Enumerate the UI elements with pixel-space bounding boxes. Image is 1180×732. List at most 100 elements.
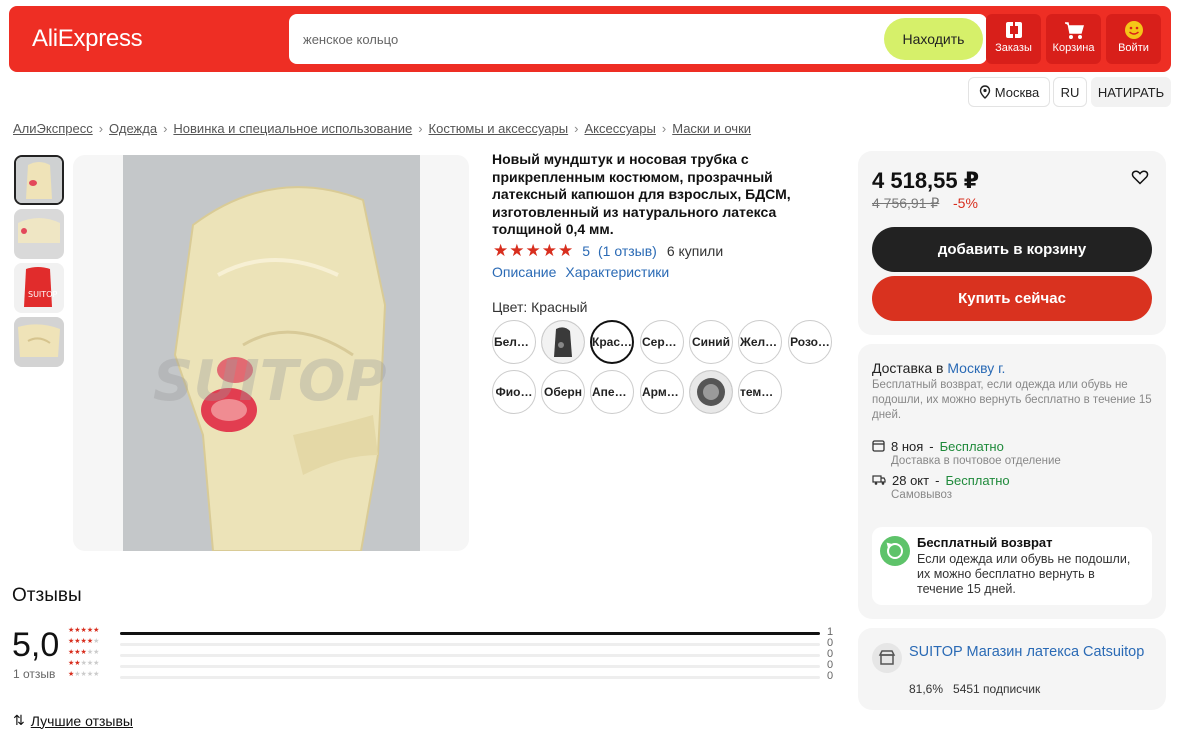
rating-bar-4: ★★★★★ 0 — [68, 637, 838, 650]
store-panel — [858, 628, 1166, 710]
smiley-icon — [1124, 21, 1143, 39]
color-swatch[interactable]: Белый — [492, 320, 536, 364]
color-swatch[interactable]: темн… — [738, 370, 782, 414]
color-swatch-selected[interactable]: Крас… — [590, 320, 634, 364]
return-title: Бесплатный возврат — [917, 535, 1053, 550]
color-swatch[interactable]: Розо… — [788, 320, 832, 364]
aliexpress-logo[interactable]: AliExpress — [32, 25, 143, 53]
two-star-icon: ★★★★★ — [68, 660, 100, 667]
delivery-note: Бесплатный возврат, если одежда или обув… — [872, 379, 1152, 421]
store-subscribers: 5451 подписчик — [953, 682, 1041, 696]
language-selector[interactable]: RU — [1053, 77, 1087, 107]
color-swatch-label: Серый — [642, 335, 682, 349]
rating-bar-3: ★★★★★ 0 — [68, 648, 838, 661]
delivery-method: Самовывоз — [891, 489, 953, 501]
thumbnail-3[interactable]: SUITOP — [14, 263, 64, 313]
orders-button[interactable]: Заказы — [986, 14, 1041, 64]
delivery-method: Доставка в почтовое отделение — [891, 455, 1061, 467]
product-title: Новый мундштук и носовая трубка с прикре… — [492, 151, 791, 237]
chevron-right-icon: › — [661, 121, 667, 136]
color-swatch-image — [542, 321, 584, 363]
add-to-cart-button[interactable]: добавить в корзину — [872, 227, 1152, 272]
latex-hood-photo: SUITOP — [123, 155, 420, 551]
thumbnail-1[interactable] — [14, 155, 64, 205]
thumbnail-4[interactable] — [14, 317, 64, 367]
hood-thumbnail-image: SUITOP — [14, 263, 64, 313]
old-price: 4 756,91 ₽ — [872, 195, 940, 211]
color-swatch-label: Желт… — [740, 335, 780, 349]
color-swatch[interactable]: Оберн — [541, 370, 585, 414]
discount-badge: -5% — [953, 195, 978, 211]
buy-now-button[interactable]: Купить сейчас — [872, 276, 1152, 321]
heart-icon[interactable] — [1131, 168, 1149, 186]
breadcrumb: АлиЭкспресс › Одежда › Новинка и специальн… — [13, 121, 751, 136]
city-selector[interactable]: Москва — [968, 77, 1050, 107]
delivery-city-link[interactable]: Москву г. — [947, 360, 1005, 376]
color-swatch[interactable] — [541, 320, 585, 364]
store-rating: 81,6% — [909, 682, 944, 696]
color-swatch[interactable] — [689, 370, 733, 414]
color-swatch[interactable]: Апел… — [590, 370, 634, 414]
color-swatch[interactable]: Синий — [689, 320, 733, 364]
settings-button[interactable]: НАТИРАТЬ — [1091, 77, 1171, 107]
color-swatch[interactable]: Арме… — [640, 370, 684, 414]
breadcrumb-item[interactable]: Аксессуары — [584, 121, 655, 136]
tab-description[interactable]: Описание — [492, 264, 556, 280]
svg-text:SUITOP: SUITOP — [28, 290, 57, 299]
chevron-right-icon: › — [418, 121, 423, 136]
color-swatch-label: Апел… — [592, 385, 632, 399]
color-swatch[interactable]: Желт… — [738, 320, 782, 364]
four-star-icon: ★★★★★ — [68, 638, 100, 645]
breadcrumb-item[interactable]: Новинка и специальное использование — [173, 121, 412, 136]
login-button[interactable]: Войти — [1106, 14, 1161, 64]
color-swatch[interactable]: Серый — [640, 320, 684, 364]
chevron-right-icon: › — [574, 121, 579, 136]
return-text: Если одежда или обувь не подошли, их мож… — [917, 552, 1131, 596]
product-rating: ★★★★★ 5 (1 отзыв) 6 купили — [493, 241, 723, 261]
rating-count-link[interactable]: (1 отзыв) — [598, 243, 657, 259]
top-header: AliExpress Находить Заказы Корзина Войти — [9, 6, 1171, 72]
one-star-icon: ★★★★★ — [68, 671, 100, 678]
watermark: SUITOP — [153, 349, 387, 414]
bar-fill — [120, 632, 820, 635]
color-swatch-label: Крас… — [592, 335, 632, 349]
delivery-price: Бесплатно — [939, 439, 1004, 454]
search-input[interactable] — [303, 14, 863, 64]
three-star-icon: ★★★★★ — [68, 649, 100, 656]
hood-thumbnail-image — [14, 209, 64, 259]
rating-value[interactable]: 5 — [582, 243, 590, 259]
bar-track — [120, 676, 820, 679]
sort-best-reviews[interactable]: ⇅ Лучшие отзывы — [13, 712, 133, 729]
search-button[interactable]: Находить — [884, 18, 983, 60]
tab-specifications[interactable]: Характеристики — [565, 264, 669, 280]
breadcrumb-item[interactable]: АлиЭкспресс — [13, 121, 93, 136]
best-reviews-link[interactable]: Лучшие отзывы — [31, 713, 133, 729]
thumbnail-2[interactable] — [14, 209, 64, 259]
cart-icon — [1064, 22, 1084, 39]
color-swatch-label: Оберн — [544, 385, 582, 399]
average-rating: 5,0 — [12, 626, 60, 664]
breadcrumb-item[interactable]: Одежда — [109, 121, 157, 136]
reviews-count: 1 отзыв — [13, 667, 56, 681]
free-return-card: Бесплатный возврат Если одежда или обувь… — [872, 527, 1152, 605]
rating-bar-1: ★★★★★ 0 — [68, 670, 838, 683]
breadcrumb-item[interactable]: Маски и очки — [672, 121, 751, 136]
color-swatch[interactable]: Фио… — [492, 370, 536, 414]
thumbnail-list: SUITOP — [14, 155, 66, 371]
current-price: 4 518,55 ₽ — [872, 168, 980, 193]
chevron-right-icon: › — [163, 121, 168, 136]
hood-thumbnail-image — [16, 157, 62, 203]
color-swatch-label: Арме… — [642, 385, 682, 399]
store-name-link[interactable]: SUITOP Магазин латекса Catsuitop — [909, 643, 1149, 662]
delivery-heading-prefix: Доставка в — [872, 360, 944, 376]
orders-icon — [1005, 22, 1022, 38]
main-product-image[interactable]: SUITOP — [73, 155, 469, 551]
color-swatch-image — [690, 371, 732, 413]
breadcrumb-item[interactable]: Костюмы и аксессуары — [429, 121, 569, 136]
sold-count: 6 купили — [666, 243, 724, 259]
product-tabs: Описание Характеристики — [492, 264, 669, 280]
rating-bar-5: ★★★★★ 1 — [68, 626, 838, 639]
bar-track — [120, 665, 820, 668]
delivery-date: 28 окт — [892, 473, 930, 488]
cart-button[interactable]: Корзина — [1046, 14, 1101, 64]
